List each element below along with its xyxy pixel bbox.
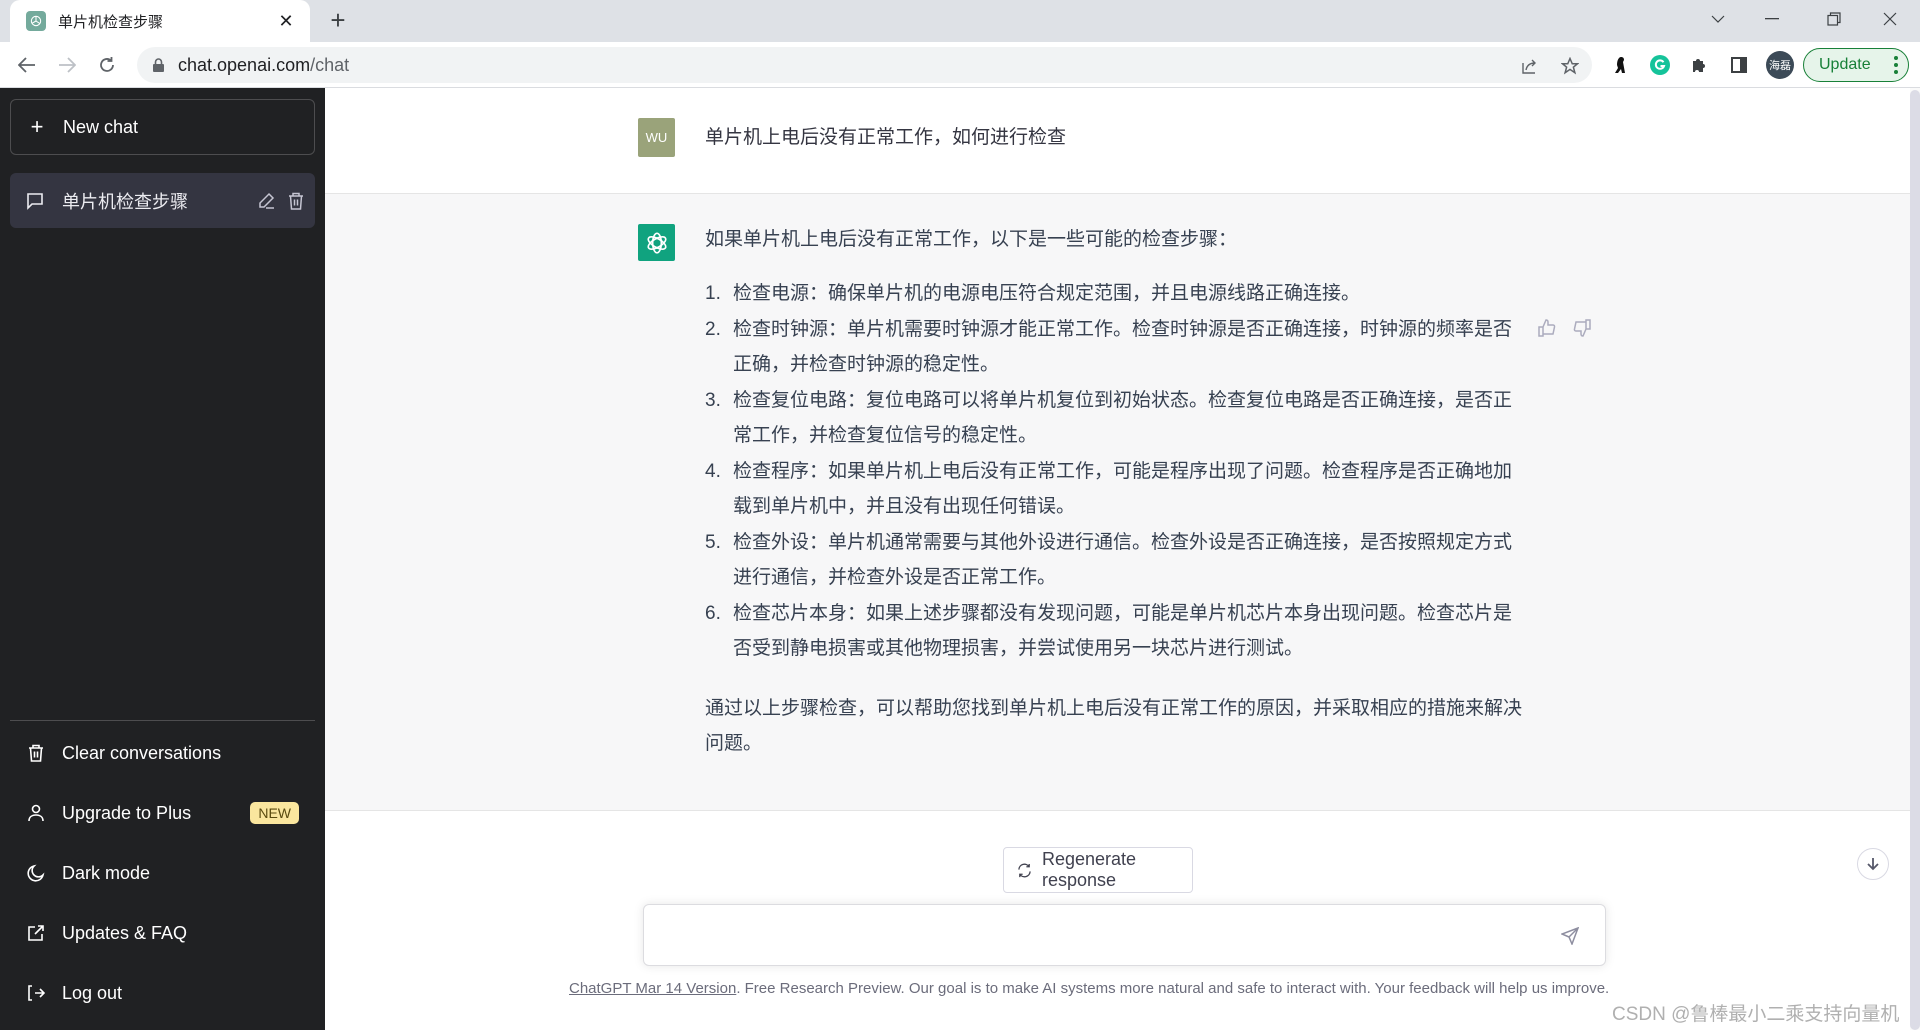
browser-tab[interactable]: 单片机检查步骤 ✕ bbox=[10, 0, 310, 42]
step-text: 检查外设：单片机通常需要与其他外设进行通信。检查外设是否正确连接，是否按照规定方… bbox=[733, 531, 1513, 589]
assistant-message: 如果单片机上电后没有正常工作，以下是一些可能的检查步骤： 1. 检查电源：确保单片… bbox=[705, 228, 1525, 762]
bird-extension-icon[interactable] bbox=[1608, 53, 1632, 77]
conversation-title: 单片机检查步骤 bbox=[62, 191, 188, 212]
upgrade-to-plus-label: Upgrade to Plus bbox=[62, 802, 192, 823]
chat-main: WU 单片机上电后没有正常工作，如何进行检查 如果单片机上电后没有正常工作，以下… bbox=[325, 88, 1910, 1030]
updates-faq-link[interactable]: Updates & FAQ bbox=[10, 908, 315, 958]
step-number: 5. bbox=[705, 531, 721, 553]
minimize-icon[interactable] bbox=[1744, 0, 1800, 38]
restore-icon[interactable] bbox=[1806, 0, 1862, 38]
thumbs-up-icon[interactable] bbox=[1536, 317, 1558, 339]
external-link-icon bbox=[26, 924, 46, 942]
step-number: 6. bbox=[705, 602, 721, 624]
step-item: 6. 检查芯片本身：如果上述步骤都没有发现问题，可能是单片机芯片本身出现问题。检查… bbox=[705, 596, 1525, 667]
moon-icon bbox=[26, 864, 46, 882]
dark-mode-label: Dark mode bbox=[62, 862, 151, 883]
refresh-icon bbox=[1017, 863, 1032, 878]
footer-text: . Free Research Preview. Our goal is to … bbox=[736, 980, 1610, 997]
step-item: 3. 检查复位电路：复位电路可以将单片机复位到初始状态。检查复位电路是否正确连接，… bbox=[705, 383, 1525, 454]
url-path: /chat bbox=[310, 54, 350, 75]
puzzle-icon[interactable] bbox=[1687, 53, 1711, 77]
user-avatar: WU bbox=[638, 118, 675, 157]
url-host: chat.openai.com bbox=[178, 54, 311, 75]
send-icon[interactable] bbox=[1557, 923, 1583, 949]
step-text: 检查时钟源：单片机需要时钟源才能正常工作。检查时钟源是否正确连接，时钟源的频率是… bbox=[733, 318, 1513, 376]
scroll-to-bottom-button[interactable] bbox=[1857, 848, 1889, 880]
step-text: 检查程序：如果单片机上电后没有正常工作，可能是程序出现了问题。检查程序是否正确地… bbox=[733, 460, 1513, 518]
address-bar[interactable]: chat.openai.com /chat bbox=[137, 47, 1592, 83]
step-text: 检查电源：确保单片机的电源电压符合规定范围，并且电源线路正确连接。 bbox=[733, 283, 1361, 304]
new-tab-button[interactable]: + bbox=[324, 7, 352, 35]
plus-icon: + bbox=[30, 114, 44, 139]
clear-conversations-label: Clear conversations bbox=[62, 742, 222, 763]
update-label: Update bbox=[1819, 56, 1871, 73]
regenerate-label: Regenerate response bbox=[1042, 849, 1137, 890]
message-composer bbox=[643, 904, 1606, 966]
chat-bubble-icon bbox=[26, 192, 46, 210]
lock-icon bbox=[153, 58, 164, 72]
bookmark-star-icon[interactable] bbox=[1559, 55, 1581, 77]
scrollbar-thumb[interactable] bbox=[1910, 90, 1920, 1030]
reload-icon[interactable] bbox=[92, 50, 122, 80]
profile-avatar[interactable]: 海磊 bbox=[1766, 51, 1794, 79]
assistant-message-row: 如果单片机上电后没有正常工作，以下是一些可能的检查步骤： 1. 检查电源：确保单片… bbox=[325, 194, 1910, 811]
log-out-button[interactable]: Log out bbox=[10, 968, 315, 1018]
dark-mode-button[interactable]: Dark mode bbox=[10, 848, 315, 898]
step-text: 检查芯片本身：如果上述步骤都没有发现问题，可能是单片机芯片本身出现问题。检查芯片… bbox=[733, 602, 1513, 660]
close-window-icon[interactable] bbox=[1862, 0, 1918, 38]
step-number: 1. bbox=[705, 283, 721, 304]
clear-conversations-button[interactable]: Clear conversations bbox=[10, 728, 315, 778]
step-number: 2. bbox=[705, 318, 721, 340]
sidebar: + New chat 单片机检查步骤 Clear conversations U… bbox=[0, 88, 325, 1030]
grammarly-icon[interactable] bbox=[1648, 53, 1672, 77]
new-badge: NEW bbox=[250, 802, 299, 824]
new-chat-label: New chat bbox=[63, 116, 139, 137]
sidebar-divider bbox=[10, 720, 315, 721]
delete-trash-icon[interactable] bbox=[285, 192, 307, 210]
back-icon[interactable] bbox=[12, 50, 42, 80]
csdn-watermark: CSDN @鲁棒最小二乘支持向量机 bbox=[1612, 1004, 1900, 1025]
chatgpt-logo-icon bbox=[638, 224, 675, 261]
openai-logo-icon bbox=[26, 11, 46, 31]
step-item: 4. 检查程序：如果单片机上电后没有正常工作，可能是程序出现了问题。检查程序是否正… bbox=[705, 454, 1525, 525]
version-link[interactable]: ChatGPT Mar 14 Version bbox=[569, 980, 736, 997]
trash-icon bbox=[26, 744, 46, 762]
upgrade-to-plus-button[interactable]: Upgrade to Plus NEW bbox=[10, 788, 315, 838]
log-out-label: Log out bbox=[62, 982, 123, 1003]
message-input[interactable] bbox=[660, 923, 1540, 951]
tab-search-chevron-icon[interactable] bbox=[1690, 0, 1746, 38]
new-chat-button[interactable]: + New chat bbox=[10, 99, 315, 155]
forward-icon[interactable] bbox=[52, 50, 82, 80]
browser-toolbar: chat.openai.com /chat 海磊 Update bbox=[0, 42, 1920, 88]
close-tab-icon[interactable]: ✕ bbox=[276, 11, 296, 32]
step-number: 3. bbox=[705, 389, 721, 411]
user-message-row: WU 单片机上电后没有正常工作，如何进行检查 bbox=[325, 88, 1910, 194]
kebab-menu-icon[interactable] bbox=[1894, 56, 1898, 74]
tab-title: 单片机检查步骤 bbox=[58, 13, 164, 31]
updates-faq-label: Updates & FAQ bbox=[62, 922, 188, 943]
browser-tab-strip: 单片机检查步骤 ✕ + bbox=[0, 0, 1920, 42]
answer-outro: 通过以上步骤检查，可以帮助您找到单片机上电后没有正常工作的原因，并采取相应的措施… bbox=[705, 697, 1523, 755]
update-button[interactable]: Update bbox=[1803, 48, 1909, 82]
answer-intro: 如果单片机上电后没有正常工作，以下是一些可能的检查步骤： bbox=[705, 229, 1238, 250]
step-item: 1. 检查电源：确保单片机的电源电压符合规定范围，并且电源线路正确连接。 bbox=[705, 276, 1525, 312]
step-text: 检查复位电路：复位电路可以将单片机复位到初始状态。检查复位电路是否正确连接，是否… bbox=[733, 389, 1513, 447]
logout-icon bbox=[26, 984, 46, 1002]
edit-pencil-icon[interactable] bbox=[255, 192, 277, 210]
steps-list: 1. 检查电源：确保单片机的电源电压符合规定范围，并且电源线路正确连接。 2. 检查… bbox=[705, 276, 1525, 667]
side-panel-icon[interactable] bbox=[1727, 53, 1751, 77]
user-icon bbox=[26, 804, 46, 822]
step-item: 5. 检查外设：单片机通常需要与其他外设进行通信。检查外设是否正确连接，是否按照规… bbox=[705, 525, 1525, 596]
conversation-item[interactable]: 单片机检查步骤 bbox=[10, 173, 315, 228]
user-message: 单片机上电后没有正常工作，如何进行检查 bbox=[705, 127, 1067, 148]
step-number: 4. bbox=[705, 460, 721, 482]
scrollbar[interactable] bbox=[1910, 88, 1920, 1030]
step-item: 2. 检查时钟源：单片机需要时钟源才能正常工作。检查时钟源是否正确连接，时钟源的频… bbox=[705, 312, 1525, 383]
share-icon[interactable] bbox=[1519, 55, 1541, 77]
regenerate-response-button[interactable]: Regenerate response bbox=[1003, 847, 1193, 893]
thumbs-down-icon[interactable] bbox=[1571, 317, 1593, 339]
